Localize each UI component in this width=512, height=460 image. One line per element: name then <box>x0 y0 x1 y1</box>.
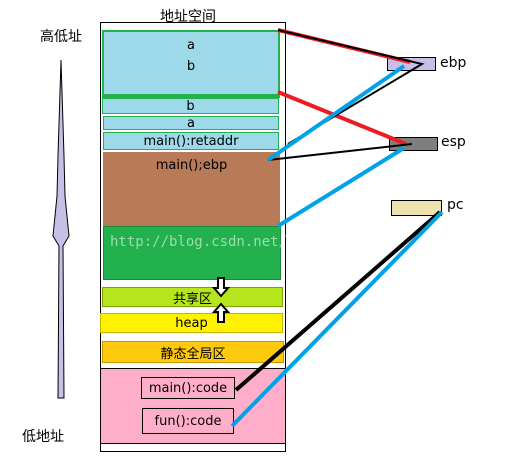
red-line-esp <box>277 90 407 146</box>
black-line-ebp <box>277 29 425 145</box>
blue-line-esp <box>276 146 406 228</box>
blue-line-ebp <box>266 64 406 162</box>
watermark: http://blog.csdn.net/dream_1996 <box>110 234 372 250</box>
connector-lines <box>230 28 444 428</box>
